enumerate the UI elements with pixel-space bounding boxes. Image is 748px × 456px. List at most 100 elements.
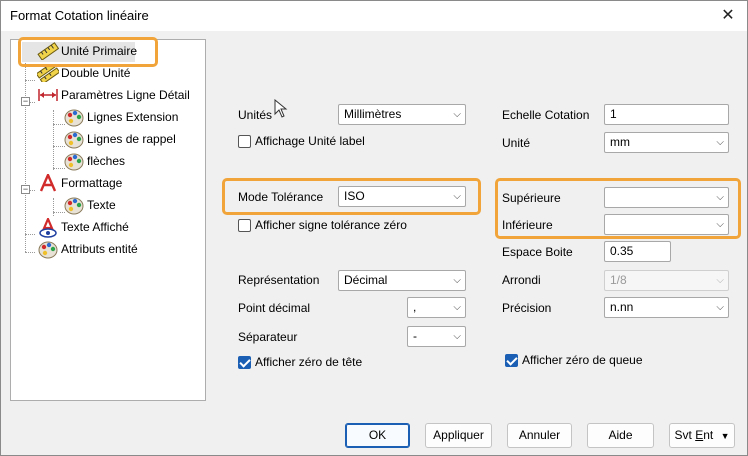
rounding-value: 1/8 <box>610 273 627 287</box>
window-title: Format Cotation linéaire <box>10 8 149 23</box>
palette-icon <box>37 240 58 259</box>
lower-select[interactable]: ⌵ <box>604 214 729 235</box>
tree-item-label: Double Unité <box>61 66 131 80</box>
letter-a-eye-icon <box>37 216 57 238</box>
mouse-cursor-icon <box>274 99 288 118</box>
precision-label: Précision <box>502 301 552 315</box>
tree-item-lignes-de-rappel[interactable]: Lignes de rappel <box>63 129 176 149</box>
tree-item-label: Formattage <box>61 176 123 190</box>
precision-value: n.nn <box>610 300 634 314</box>
palette-icon <box>63 108 84 127</box>
chevron-down-icon: ⌵ <box>716 275 724 286</box>
cancel-button[interactable]: Annuler <box>507 423 572 448</box>
unit-label: Unité <box>502 136 531 150</box>
close-icon[interactable]: ✕ <box>713 3 743 29</box>
chevron-down-icon: ⌵ <box>453 275 461 286</box>
representation-select[interactable]: Décimal ⌵ <box>338 270 466 291</box>
collapse-icon[interactable]: − <box>21 185 30 194</box>
tree-item-label: Attributs entité <box>61 242 138 256</box>
tolerance-mode-value: ISO <box>344 189 365 203</box>
tree-connector <box>25 58 26 252</box>
next-entity-mnemonic: E <box>695 428 704 442</box>
tree-connector <box>25 80 35 81</box>
precision-select[interactable]: n.nn ⌵ <box>604 297 729 318</box>
separator-select[interactable]: - ⌵ <box>407 326 466 347</box>
scale-label: Echelle Cotation <box>502 108 590 122</box>
unit-select[interactable]: mm ⌵ <box>604 132 729 153</box>
collapse-icon[interactable]: − <box>21 97 30 106</box>
tree-item-label: Texte <box>87 198 116 212</box>
tree-item-label: Lignes Extension <box>87 110 179 124</box>
leading-zero-text: Afficher zéro de tête <box>255 355 363 369</box>
tree-item-label: flèches <box>87 154 126 168</box>
tree-item-lignes-extension[interactable]: Lignes Extension <box>63 107 178 127</box>
title-bar: Format Cotation linéaire ✕ <box>1 1 747 31</box>
trailing-zero-checkbox[interactable]: Afficher zéro de queue <box>505 353 643 367</box>
lower-label: Inférieure <box>502 218 553 232</box>
tree-connector <box>25 252 35 253</box>
chevron-down-icon: ⌵ <box>716 219 724 230</box>
selection-highlight-box <box>18 37 158 67</box>
chevron-down-icon: ⌵ <box>716 302 724 313</box>
unit-value: mm <box>610 135 630 149</box>
decimal-point-label: Point décimal <box>238 301 311 315</box>
chevron-down-icon: ⌵ <box>716 137 724 148</box>
help-button[interactable]: Aide <box>587 423 654 448</box>
show-zero-tolerance-text: Afficher signe tolérance zéro <box>255 218 407 232</box>
checkbox-box <box>238 134 251 148</box>
upper-label: Supérieure <box>502 191 561 205</box>
checkbox-box-checked <box>505 353 518 367</box>
checkbox-box-checked <box>238 355 251 369</box>
checkbox-box <box>238 218 251 232</box>
representation-value: Décimal <box>344 273 388 287</box>
tolerance-mode-select[interactable]: ISO ⌵ <box>338 186 466 207</box>
leading-zero-checkbox[interactable]: Afficher zéro de tête <box>238 355 362 369</box>
tree-item-attributs-entite[interactable]: Attributs entité <box>37 239 138 259</box>
decimal-point-value: , <box>413 300 417 314</box>
tree-connector <box>53 198 54 216</box>
chevron-down-icon: ⌵ <box>453 109 461 120</box>
separator-value: - <box>413 329 417 343</box>
tree-item-texte[interactable]: Texte <box>63 195 116 215</box>
ok-button[interactable]: OK <box>345 423 410 448</box>
tree-item-label: Paramètres Ligne Détail <box>61 88 190 102</box>
tree-item-parametres-ligne-detail[interactable]: Paramètres Ligne Détail <box>37 85 190 105</box>
tree-item-label: Texte Affiché <box>61 220 129 234</box>
show-unit-label-checkbox[interactable]: Affichage Unité label <box>238 134 365 148</box>
chevron-down-icon: ⌵ <box>453 191 461 202</box>
next-entity-prefix: Svt <box>674 428 696 442</box>
dimension-line-icon <box>37 86 58 104</box>
tree-item-label: Lignes de rappel <box>87 132 176 146</box>
next-entity-button[interactable]: Svt Ent ▼ <box>669 423 735 448</box>
box-spacing-value: 0.35 <box>610 244 634 258</box>
separator-label: Séparateur <box>238 330 298 344</box>
tree-item-formattage[interactable]: Formattage <box>37 172 123 193</box>
units-select[interactable]: Millimètres ⌵ <box>338 104 466 125</box>
box-spacing-input[interactable]: 0.35 <box>604 241 671 262</box>
chevron-down-icon: ⌵ <box>453 331 461 342</box>
palette-icon <box>63 130 84 149</box>
upper-select[interactable]: ⌵ <box>604 187 729 208</box>
palette-icon <box>63 196 84 215</box>
tree-item-texte-affiche[interactable]: Texte Affiché <box>37 216 129 238</box>
scale-input[interactable]: 1 <box>604 104 729 125</box>
representation-label: Représentation <box>238 273 320 287</box>
show-zero-tolerance-checkbox[interactable]: Afficher signe tolérance zéro <box>238 218 407 232</box>
palette-icon <box>63 152 84 171</box>
units-label: Unités <box>238 108 273 122</box>
next-entity-suffix: nt <box>703 428 714 442</box>
letter-a-icon <box>37 172 57 192</box>
show-unit-label-text: Affichage Unité label <box>255 134 365 148</box>
decimal-point-select[interactable]: , ⌵ <box>407 297 466 318</box>
rounding-label: Arrondi <box>502 273 541 287</box>
tree-item-fleches[interactable]: flèches <box>63 151 125 171</box>
format-dimension-dialog: Format Cotation linéaire ✕ − − Unité Pri… <box>0 0 748 456</box>
box-spacing-label: Espace Boite <box>502 245 573 259</box>
trailing-zero-text: Afficher zéro de queue <box>522 353 643 367</box>
tree-connector <box>25 234 35 235</box>
apply-button[interactable]: Appliquer <box>425 423 492 448</box>
rounding-select: 1/8 ⌵ <box>604 270 729 291</box>
units-value: Millimètres <box>344 107 402 121</box>
tolerance-mode-label: Mode Tolérance <box>238 190 324 204</box>
tree-connector <box>53 110 54 170</box>
